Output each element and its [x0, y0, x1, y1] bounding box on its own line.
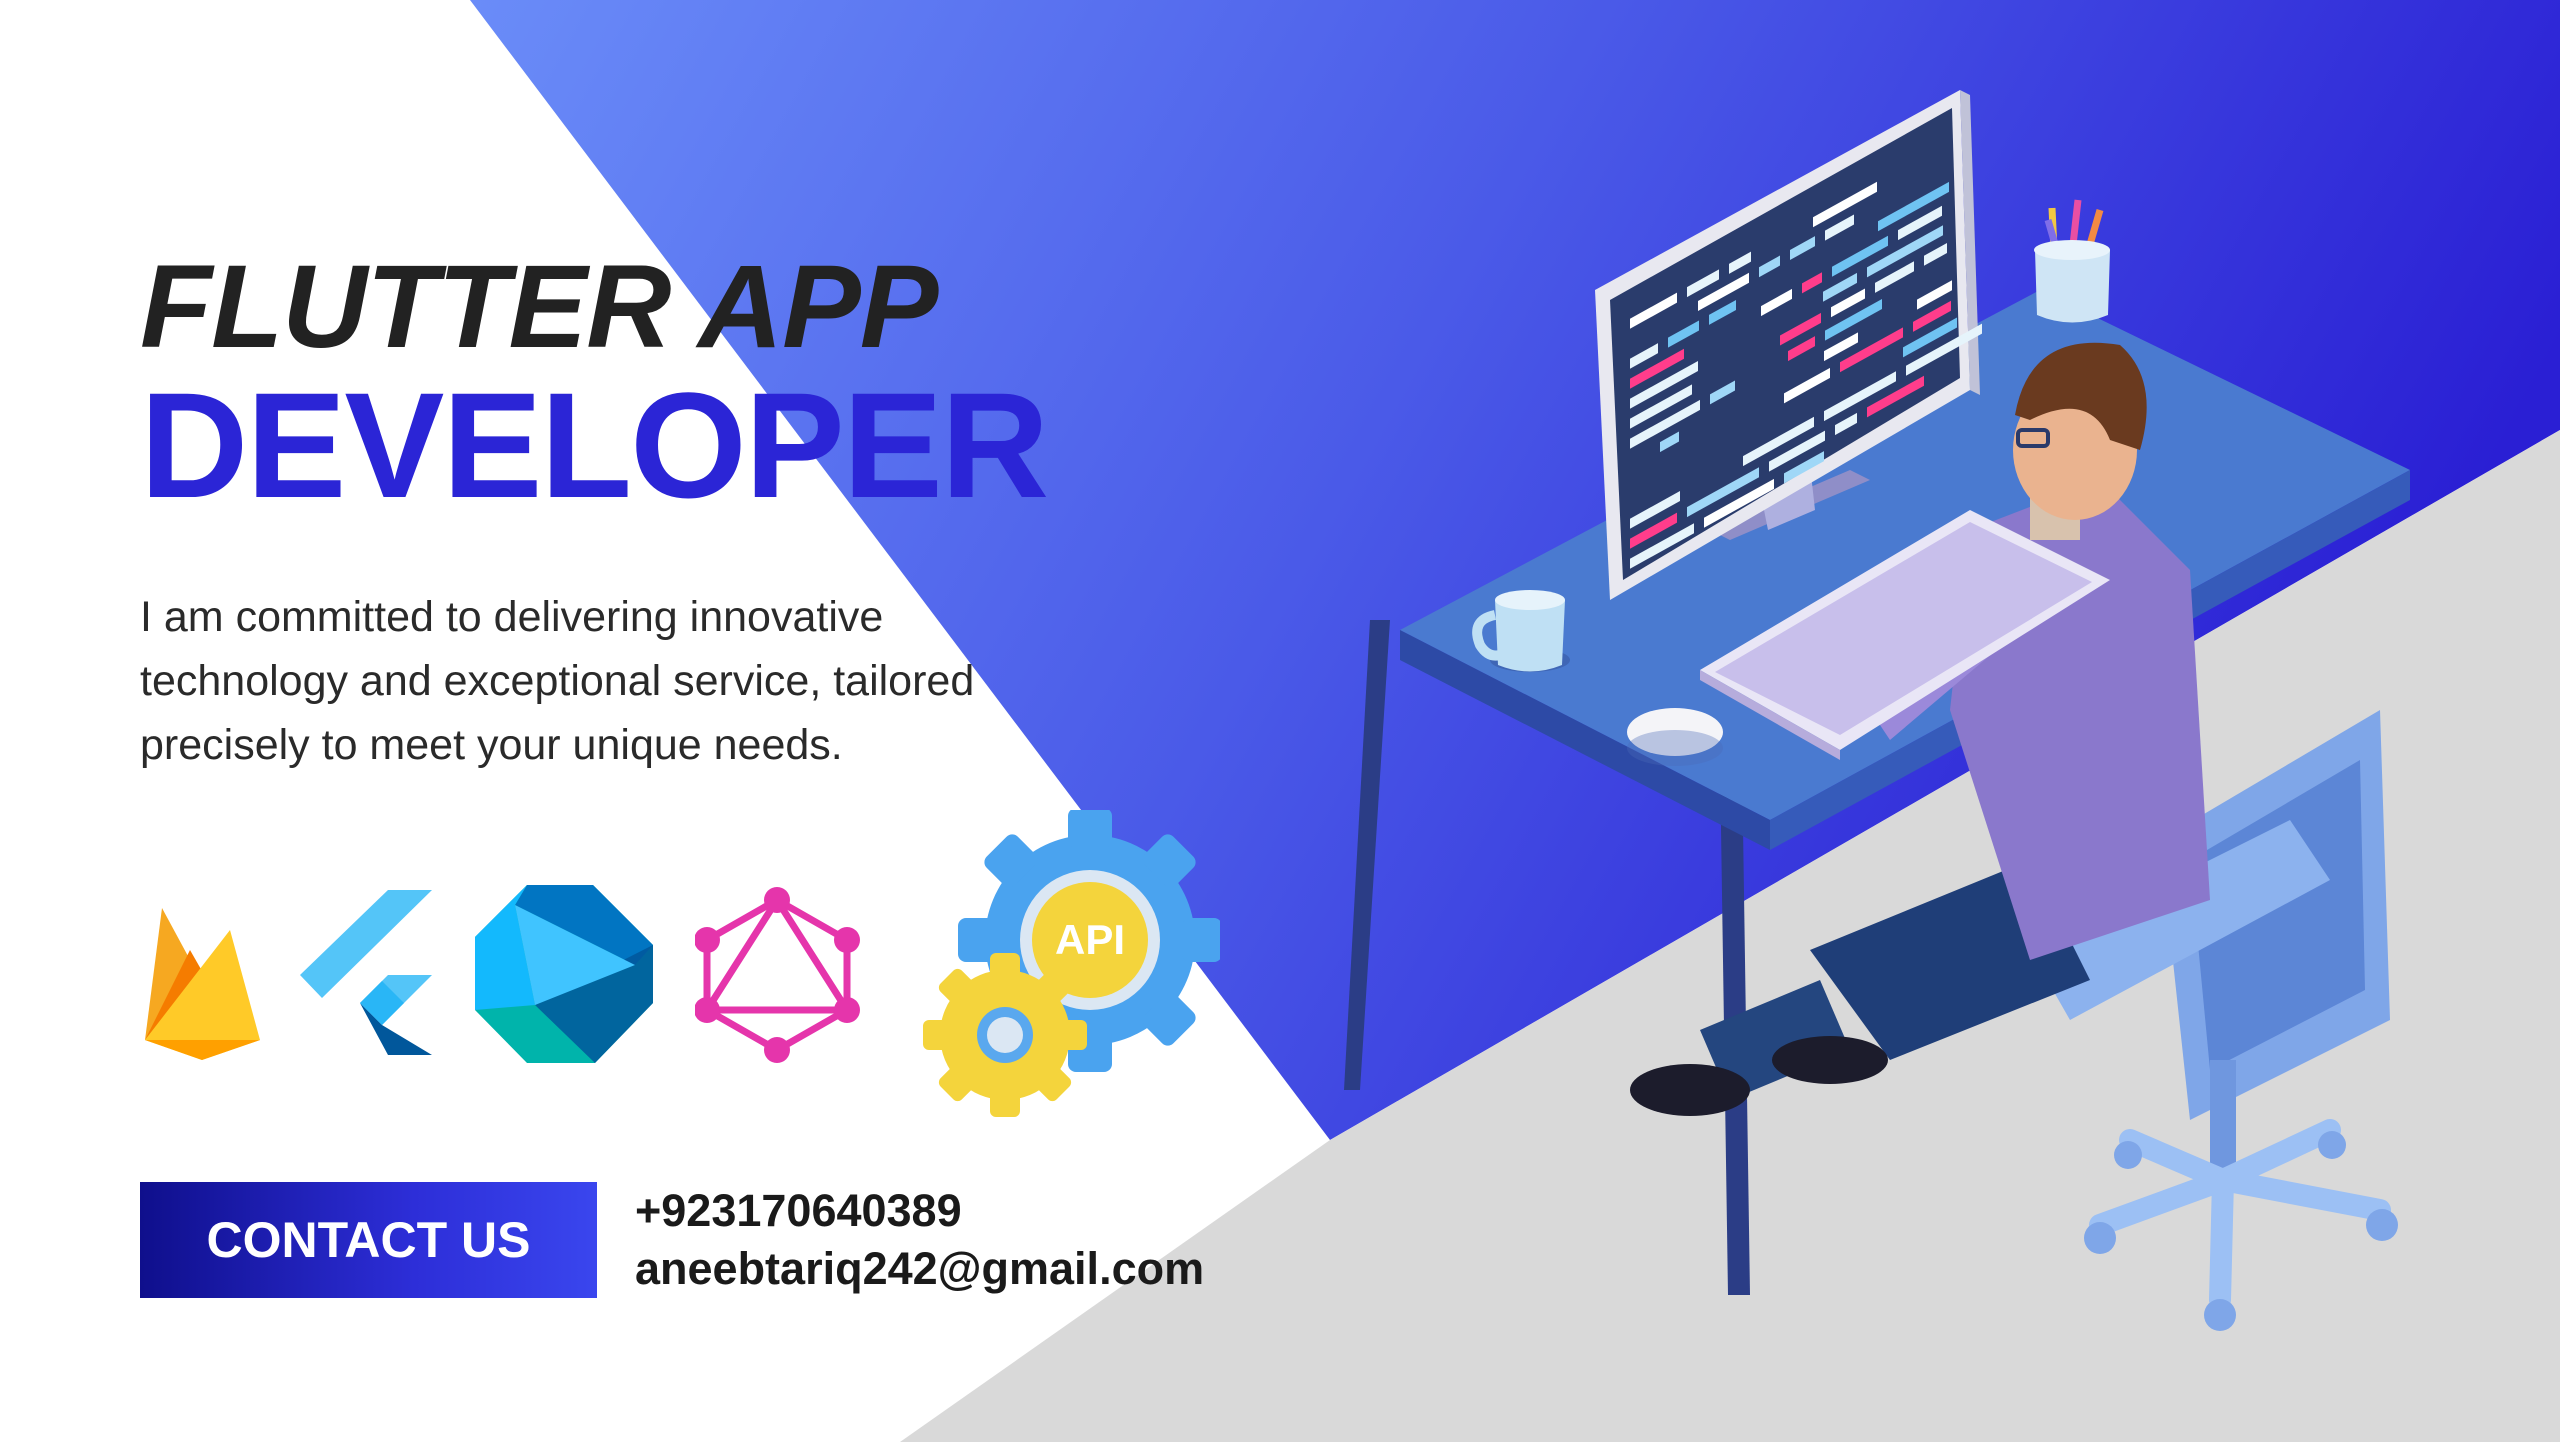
contact-info: +923170640389 aneebtariq242@gmail.com — [635, 1182, 1204, 1298]
phone-link[interactable]: +923170640389 — [635, 1182, 1204, 1240]
firebase-icon — [145, 908, 260, 1060]
email-link[interactable]: aneebtariq242@gmail.com — [635, 1240, 1204, 1298]
title-line-2: DEVELOPER — [140, 361, 1049, 529]
api-gears-icon: API — [923, 810, 1220, 1117]
api-label: API — [1055, 916, 1125, 963]
flutter-icon — [300, 890, 432, 1055]
title-line-1: FLUTTER APP — [140, 241, 938, 373]
developer-illustration — [1344, 90, 2410, 1331]
tagline-line-3: precisely to meet your unique needs. — [140, 721, 843, 769]
pencil-cup — [2034, 199, 2110, 323]
tagline-line-2: technology and exceptional service, tail… — [140, 657, 975, 705]
contact-us-button[interactable]: CONTACT US — [140, 1182, 597, 1298]
tagline-line-1: I am committed to delivering innovative — [140, 593, 884, 641]
graphql-icon — [695, 887, 860, 1063]
tagline: I am committed to delivering innovative … — [140, 585, 1100, 777]
dart-icon — [475, 885, 653, 1063]
